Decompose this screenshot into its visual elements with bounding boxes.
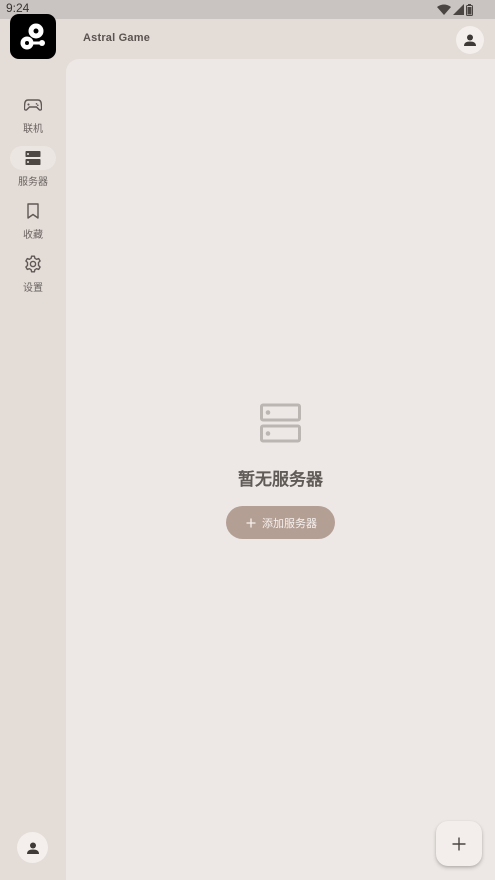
app-logo <box>10 14 56 59</box>
add-server-button-label: 添加服务器 <box>262 516 317 530</box>
server-icon <box>260 403 301 443</box>
server-icon <box>25 151 41 165</box>
gear-icon <box>25 255 41 273</box>
nav-item-favorites[interactable]: 收藏 <box>0 199 66 241</box>
nav-pill-active <box>10 146 56 170</box>
nav-label: 联机 <box>23 124 43 135</box>
nav-label: 服务器 <box>18 177 48 188</box>
plus-icon <box>452 837 466 850</box>
account-icon <box>464 34 476 46</box>
status-icons <box>437 3 473 16</box>
nav-pill <box>10 93 56 117</box>
nav-label: 收藏 <box>23 230 43 241</box>
account-icon <box>26 842 39 854</box>
nav-item-servers[interactable]: 服务器 <box>0 146 66 188</box>
nav-item-settings[interactable]: 设置 <box>0 252 66 294</box>
header-account-button[interactable] <box>456 26 484 54</box>
battery-icon <box>466 3 473 16</box>
empty-state-title: 暂无服务器 <box>238 470 323 490</box>
add-fab-button[interactable] <box>436 821 482 866</box>
plus-icon <box>246 518 256 527</box>
bookmark-icon <box>27 203 39 219</box>
add-server-button[interactable]: 添加服务器 <box>226 506 335 539</box>
app-title: Astral Game <box>83 32 151 44</box>
gamepad-icon <box>24 99 42 111</box>
nav-label: 设置 <box>23 283 43 294</box>
nav-pill <box>10 199 56 223</box>
wifi-icon <box>437 4 451 15</box>
app-window: 9:24 Astral Game 联机 服务器 收藏 设置 暂无服务器 添加服务… <box>0 0 495 880</box>
nav-pill <box>10 252 56 276</box>
status-bar: 9:24 <box>0 0 495 19</box>
logo-mark-icon <box>20 23 45 49</box>
rail-account-button[interactable] <box>17 832 48 863</box>
nav-item-online[interactable]: 联机 <box>0 93 66 135</box>
signal-icon <box>453 4 464 15</box>
status-time: 9:24 <box>6 1 30 15</box>
